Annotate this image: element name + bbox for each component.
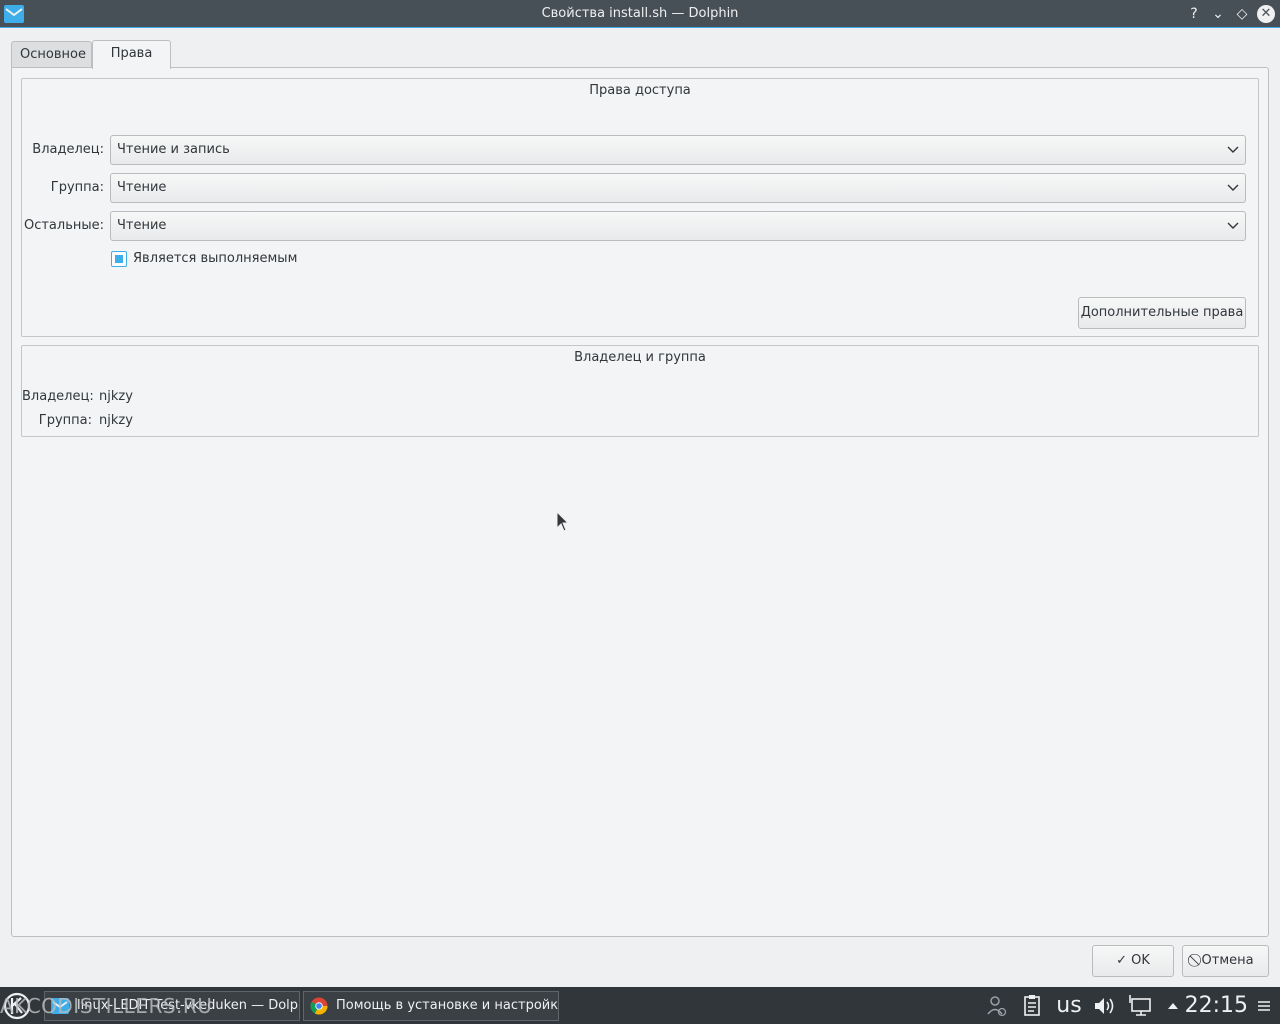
executable-checkbox[interactable] <box>111 251 127 267</box>
watermark: AKCODISTILLERS.RU <box>0 994 213 1018</box>
owner-label: Владелец: <box>22 389 94 404</box>
chevron-down-icon <box>1227 222 1239 229</box>
network-icon[interactable] <box>1128 993 1154 1019</box>
permissions-tab-page: Права доступа Владелец: Чтение и запись … <box>11 67 1269 937</box>
user-status-icon[interactable] <box>986 993 1008 1019</box>
clipboard-icon[interactable] <box>1022 993 1042 1019</box>
ok-label: OK <box>1131 953 1150 968</box>
others-permission-select[interactable]: Чтение <box>110 211 1246 241</box>
volume-icon[interactable] <box>1092 993 1116 1019</box>
group-value: njkzy <box>99 413 133 428</box>
executable-label: Является выполняемым <box>133 251 298 266</box>
advanced-permissions-button[interactable]: Дополнительные права <box>1078 297 1246 329</box>
tab-general[interactable]: Основное <box>11 41 92 68</box>
tray-expand-icon[interactable] <box>1164 993 1182 1019</box>
close-button[interactable]: ✕ <box>1257 5 1275 23</box>
properties-dialog: Основное Права Права доступа Владелец: Ч… <box>0 29 1280 987</box>
others-permission-label: Остальные: <box>23 218 104 233</box>
owner-group-section: Владелец и группа Владелец: njkzy Группа… <box>21 345 1259 437</box>
keyboard-layout-indicator[interactable]: us <box>1054 993 1084 1019</box>
group-permission-select[interactable]: Чтение <box>110 173 1246 203</box>
access-permissions-group: Права доступа Владелец: Чтение и запись … <box>21 78 1259 337</box>
taskbar: AKCODISTILLERS.RU linux-LEDIT Test-vkedu… <box>0 987 1280 1024</box>
window-title: Свойства install.sh — Dolphin <box>541 6 739 21</box>
group-label: Группа: <box>38 413 92 428</box>
owner-permission-value: Чтение и запись <box>117 142 230 157</box>
taskbar-task-chrome[interactable]: Помощь в установке и настройке <box>303 991 559 1021</box>
group-permission-label: Группа: <box>50 180 104 195</box>
group-permission-value: Чтение <box>117 180 167 195</box>
cancel-button[interactable]: ⃠ Отмена <box>1182 945 1269 977</box>
panel-menu-icon[interactable] <box>1255 993 1273 1019</box>
access-permissions-title: Права доступа <box>589 83 691 98</box>
window-titlebar[interactable]: Свойства install.sh — Dolphin ? ⌄ ◇ ✕ <box>0 0 1280 28</box>
maximize-button[interactable]: ◇ <box>1232 4 1252 24</box>
task-label: Помощь в установке и настройке <box>336 998 559 1013</box>
clock[interactable]: 22:15 <box>1185 991 1248 1021</box>
tab-permissions[interactable]: Права <box>92 40 171 69</box>
others-permission-value: Чтение <box>117 218 167 233</box>
checkbox-checked-mark <box>115 255 123 263</box>
cancel-label: Отмена <box>1201 953 1254 968</box>
owner-permission-select[interactable]: Чтение и запись <box>110 135 1246 165</box>
chevron-down-icon <box>1227 184 1239 191</box>
help-button[interactable]: ? <box>1184 4 1204 24</box>
owner-permission-label: Владелец: <box>32 142 104 157</box>
owner-value: njkzy <box>99 389 133 404</box>
chevron-down-icon <box>1227 146 1239 153</box>
chrome-icon <box>310 997 328 1015</box>
owner-group-title: Владелец и группа <box>574 350 706 365</box>
ok-button[interactable]: ✓ OK <box>1092 945 1174 977</box>
minimize-button[interactable]: ⌄ <box>1208 4 1228 24</box>
executable-checkbox-row[interactable]: Является выполняемым <box>111 250 297 268</box>
mouse-cursor-icon <box>556 511 570 532</box>
check-icon: ✓ <box>1116 953 1127 968</box>
